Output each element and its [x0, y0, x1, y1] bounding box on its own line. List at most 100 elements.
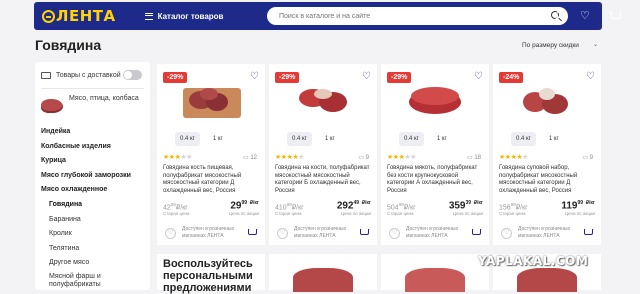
reviews-count[interactable]: ▭ 9 [582, 154, 593, 161]
weight-option[interactable]: 0.4 кг [511, 132, 536, 146]
sidebar-subitem-lamb[interactable]: Баранина [35, 213, 150, 228]
reviews-number: 9 [589, 155, 593, 161]
product-description[interactable]: Говядина мякоть, полуфабрикат без кости … [387, 165, 485, 195]
heart-icon[interactable]: ♡ [277, 228, 288, 239]
rating-stars: ★★★★★ [163, 153, 192, 161]
product-card[interactable] [269, 254, 377, 292]
new-price-unit: ₽/кг [473, 200, 483, 206]
delivery-label: Товары с доставкой [56, 71, 121, 79]
add-to-cart-icon[interactable] [471, 228, 481, 237]
reviews-number: 18 [474, 155, 481, 161]
discount-badge: -29% [275, 72, 300, 83]
favorite-heart-icon[interactable]: ♡ [362, 72, 371, 82]
truck-icon [41, 71, 51, 79]
weight-option[interactable]: 0.4 кг [399, 132, 424, 146]
add-to-cart-icon[interactable] [583, 228, 593, 237]
reviews-count[interactable]: ▭ 18 [467, 154, 481, 161]
product-description[interactable]: Говядина суповой набор, полуфабрикат мяс… [499, 165, 597, 195]
product-image [517, 268, 577, 292]
old-price-caption: Старая цена [387, 211, 414, 216]
reviews-count[interactable]: ▭ 12 [243, 154, 257, 161]
sidebar-subitem-beef[interactable]: Говядина [35, 198, 150, 213]
product-card[interactable]: -29% ♡ 0.4 кг 1 кг ★★★★★ ▭ 12 Говядина к… [157, 64, 265, 245]
comment-icon: ▭ [582, 155, 588, 161]
promo-block: Воспользуйтесь персональными предложения… [157, 254, 265, 294]
favorite-heart-icon[interactable]: ♡ [250, 72, 259, 82]
add-to-cart-icon[interactable] [247, 228, 257, 237]
discount-badge: -29% [387, 72, 412, 83]
product-image [395, 78, 475, 120]
new-price-caption: Цена по акции [228, 211, 259, 216]
rating-stars: ★★★★★ [275, 153, 304, 161]
sort-select[interactable]: По размеру скидки ⌄ [516, 38, 602, 52]
logo-icon [42, 9, 55, 23]
product-card[interactable] [381, 254, 489, 292]
new-price-main: 119 [561, 200, 578, 212]
product-card[interactable]: -29% ♡ 0.4 кг 1 кг ★★★★★ ▭ 9 Говядина на… [269, 64, 377, 245]
product-image [283, 78, 363, 120]
sidebar-subitem-other-meat[interactable]: Другое мясо [35, 256, 150, 271]
new-price-caption: Цена по акции [564, 211, 595, 216]
search-bar [267, 7, 568, 25]
cart-icon[interactable] [609, 11, 621, 21]
site-header: ЛЕНТА Каталог товаров ♡ [34, 2, 621, 30]
product-description[interactable]: Говядина кость пищевая, полуфабрикат мяс… [163, 165, 261, 195]
favorite-heart-icon[interactable]: ♡ [586, 72, 595, 82]
favorites-heart-icon[interactable]: ♡ [580, 11, 591, 22]
new-price: 29249 ₽/кг [337, 200, 371, 211]
comment-icon: ▭ [358, 155, 364, 161]
search-input[interactable] [279, 12, 529, 20]
product-description[interactable]: Говядина на кости, полуфабрикат мясокост… [275, 165, 373, 195]
parent-category[interactable]: Мясо, птица, колбаса [35, 89, 150, 125]
new-price: 35939 ₽/кг [449, 200, 483, 211]
heart-icon[interactable]: ♡ [389, 228, 400, 239]
logo-text: ЛЕНТА [56, 7, 116, 25]
reviews-count[interactable]: ▭ 9 [358, 154, 369, 161]
favorite-heart-icon[interactable]: ♡ [474, 72, 483, 82]
sidebar-item-turkey[interactable]: Индейка [35, 125, 150, 140]
delivery-toggle[interactable] [123, 70, 142, 80]
weight-option[interactable]: 0.4 кг [175, 132, 200, 146]
heart-icon[interactable]: ♡ [501, 228, 512, 239]
discount-badge: -24% [499, 72, 524, 83]
user-icon[interactable] [553, 11, 565, 22]
weight-options: 0.4 кг 1 кг [175, 132, 228, 146]
weight-options: 0.4 кг 1 кг [287, 132, 340, 146]
chevron-down-icon: ⌄ [592, 42, 598, 48]
new-price-unit: ₽/кг [585, 200, 595, 206]
weight-option[interactable]: 1 кг [208, 132, 228, 146]
new-price-caption: Цена по акции [452, 211, 483, 216]
logo[interactable]: ЛЕНТА [42, 7, 116, 25]
add-to-cart-icon[interactable] [359, 228, 369, 237]
old-price: 15699₽/кг [499, 202, 528, 211]
parent-category-label: Мясо, птица, колбаса [69, 95, 139, 102]
sidebar-item-chicken[interactable]: Курица [35, 154, 150, 169]
new-price-main: 29 [230, 200, 242, 212]
old-price-caption: Старая цена [163, 211, 190, 216]
new-price-main: 292 [336, 200, 354, 212]
sidebar-subitem-veal[interactable]: Телятина [35, 242, 150, 257]
rating-stars: ★★★★★ [387, 153, 416, 161]
product-image [171, 78, 251, 120]
sidebar-item-frozen-meat[interactable]: Мясо глубокой заморозки [35, 169, 150, 184]
weight-option[interactable]: 1 кг [320, 132, 340, 146]
availability-text: Доступен в розничных магазинах ЛЕНТА [182, 226, 235, 239]
product-image [293, 268, 353, 292]
product-card[interactable]: -29% ♡ 0.4 кг 1 кг ★★★★★ ▭ 18 Говядина м… [381, 64, 489, 245]
heart-icon[interactable]: ♡ [165, 228, 176, 239]
catalog-button[interactable]: Каталог товаров [144, 12, 223, 21]
new-price-cents: 49 [353, 200, 360, 206]
reviews-number: 12 [250, 155, 257, 161]
sidebar-subitem-rabbit[interactable]: Кролик [35, 227, 150, 242]
weight-option[interactable]: 1 кг [432, 132, 452, 146]
weight-option[interactable]: 0.4 кг [287, 132, 312, 146]
star-icon: ★ [410, 154, 416, 161]
new-price-cents: 39 [465, 200, 472, 206]
reviews-number: 9 [365, 155, 369, 161]
product-card[interactable]: -24% ♡ 0.4 кг 1 кг ★★★★★ ▭ 9 Говядина су… [493, 64, 601, 245]
sidebar-item-chilled-meat[interactable]: Мясо охлажденное [35, 183, 150, 198]
sidebar-item-sausages[interactable]: Колбасные изделия [35, 140, 150, 155]
availability-text: Доступен в розничных магазинах ЛЕНТА [518, 226, 571, 239]
weight-option[interactable]: 1 кг [544, 132, 564, 146]
sidebar-subitem-minced-meat[interactable]: Мясной фарш и полуфабрикаты [35, 271, 150, 289]
